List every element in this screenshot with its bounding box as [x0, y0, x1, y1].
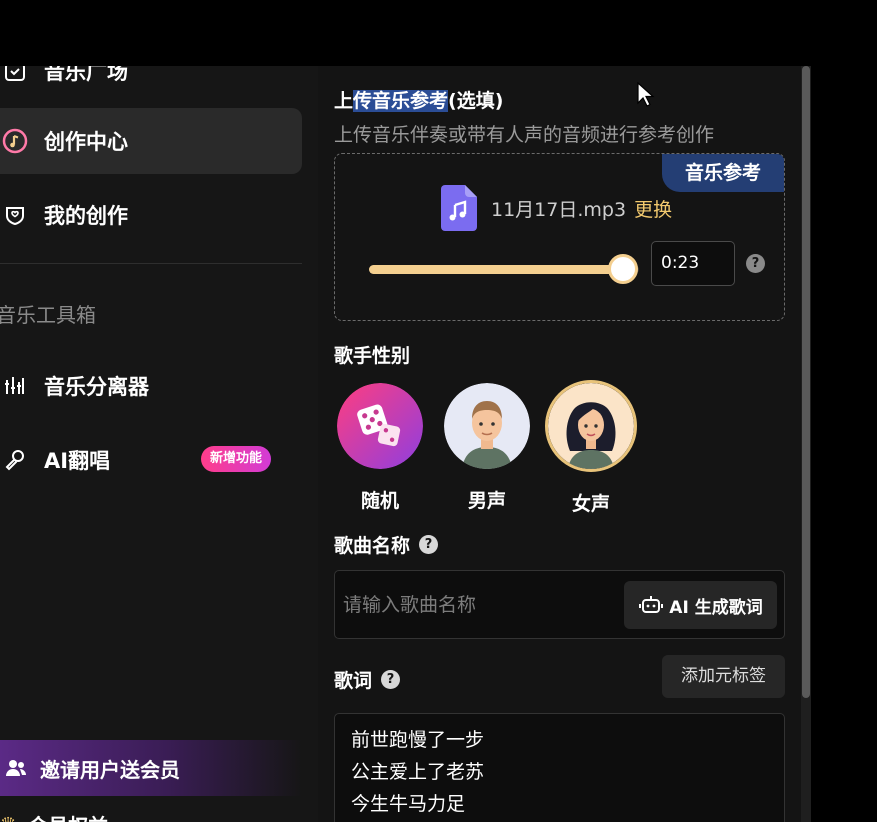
sidebar-item-label: 会员权益 [28, 810, 108, 822]
invite-users-banner[interactable]: 邀请用户送会员 [0, 740, 302, 796]
slider-fill [369, 265, 623, 274]
audio-trim-slider[interactable] [369, 254, 639, 284]
upload-section-title: 上传音乐参考(选填) [334, 86, 503, 113]
sidebar-item-member-benefits[interactable]: ♛ 会员权益 [0, 810, 108, 822]
gender-option-female[interactable]: 女声 [545, 380, 637, 516]
calendar-icon [0, 66, 30, 86]
song-name-title-text: 歌曲名称 [334, 535, 411, 557]
sidebar: 音乐广场 创作中心 我的创作 音乐工具箱 音乐分离器 AI翻唱 新增功能 邀请用… [0, 66, 318, 822]
slider-thumb[interactable] [607, 254, 638, 284]
scrollbar-thumb[interactable] [802, 66, 810, 698]
sidebar-item-creation-center[interactable]: 创作中心 [0, 108, 302, 174]
male-avatar-icon [444, 383, 530, 469]
song-name-field: AI 生成歌词 [334, 570, 785, 639]
shield-heart-icon [0, 200, 30, 230]
invite-label: 邀请用户送会员 [40, 757, 180, 782]
help-icon[interactable]: ? [419, 535, 439, 554]
ai-generate-label: AI 生成歌词 [669, 597, 763, 618]
help-icon[interactable]: ? [381, 670, 401, 689]
uploaded-file-row: 11月17日.mp3 更换 [441, 184, 672, 232]
ai-generate-lyrics-button[interactable]: AI 生成歌词 [624, 581, 777, 629]
sidebar-item-label: 音乐分离器 [44, 375, 149, 399]
lyric-line: 前世跑慢了一步 [351, 729, 485, 751]
sidebar-item-my-creations[interactable]: 我的创作 [0, 182, 302, 248]
gender-option-male[interactable]: 男声 [444, 383, 530, 513]
audio-file-icon [441, 185, 477, 231]
upload-title-text: 上 [334, 90, 354, 112]
gender-label: 男声 [467, 490, 506, 512]
upload-description: 上传音乐伴奏或带有人声的音频进行参考创作 [334, 124, 715, 146]
equalizer-icon [0, 371, 30, 401]
users-icon [2, 754, 30, 782]
gender-option-random[interactable]: 随机 [337, 383, 423, 513]
music-reference-tag: 音乐参考 [662, 154, 784, 192]
mouse-cursor-icon [637, 82, 655, 107]
sidebar-item-label: AI翻唱 [44, 449, 111, 473]
lyric-line: 公主爱上了老苏 [351, 761, 485, 783]
upload-title-optional: (选填) [448, 90, 504, 112]
sidebar-item-label: 音乐广场 [44, 66, 128, 84]
song-name-input[interactable] [335, 571, 615, 638]
gender-label: 随机 [360, 490, 399, 512]
help-icon[interactable]: ? [746, 254, 765, 273]
sidebar-item-music-square[interactable]: 音乐广场 [0, 66, 302, 104]
music-note-disc-icon [0, 126, 30, 156]
add-meta-tag-button[interactable]: 添加元标签 [662, 655, 785, 698]
microphone-icon [0, 445, 30, 475]
sidebar-item-label: 创作中心 [44, 130, 128, 154]
lyrics-title: 歌词 ? [334, 666, 401, 693]
gender-label: 女声 [571, 493, 610, 515]
creation-form-panel: 上传音乐参考(选填) 上传音乐伴奏或带有人声的音频进行参考创作 音乐参考 11月… [318, 66, 801, 822]
music-reference-upload-box[interactable]: 音乐参考 11月17日.mp3 更换 0:23 ? [334, 153, 785, 321]
lyrics-title-text: 歌词 [334, 670, 373, 692]
sidebar-divider [0, 263, 302, 264]
time-input[interactable]: 0:23 [651, 241, 735, 286]
sidebar-item-label: 我的创作 [44, 204, 128, 228]
replace-file-link[interactable]: 更换 [634, 195, 672, 222]
lyrics-textarea[interactable]: 前世跑慢了一步 公主爱上了老苏 今生牛马力足 [334, 713, 785, 822]
female-avatar-icon [545, 380, 637, 472]
sidebar-item-music-separator[interactable]: 音乐分离器 [0, 353, 302, 419]
new-feature-badge: 新增功能 [201, 446, 272, 472]
song-name-title: 歌曲名称 ? [334, 531, 439, 558]
lyric-line: 今生牛马力足 [351, 793, 466, 815]
file-name: 11月17日.mp3 [491, 198, 627, 221]
sidebar-item-ai-cover[interactable]: AI翻唱 新增功能 [0, 427, 302, 493]
crown-icon: ♛ [0, 814, 16, 822]
toolbox-section-title: 音乐工具箱 [0, 303, 96, 327]
dice-icon [337, 383, 423, 469]
upload-title-selected-text: 传音乐参考 [353, 90, 449, 112]
singer-gender-title: 歌手性别 [334, 345, 411, 367]
robot-icon [638, 592, 664, 618]
